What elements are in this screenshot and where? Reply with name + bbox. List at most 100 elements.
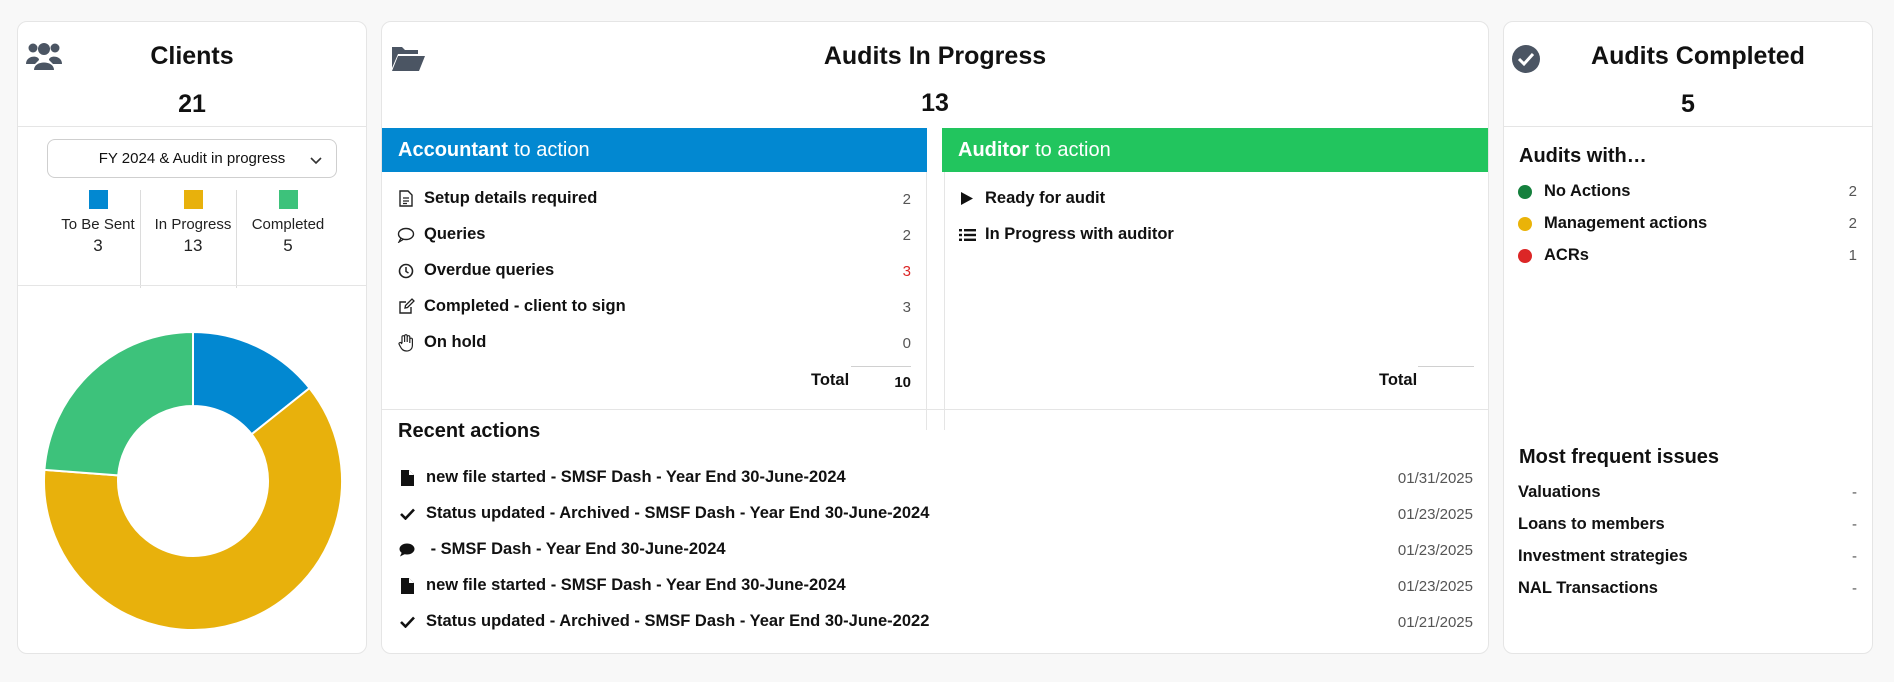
auditor-head-rest: to action [1035, 138, 1111, 161]
clients-donut-chart [43, 330, 343, 631]
list-item-count: 0 [902, 335, 911, 352]
recent-action-text: - SMSF Dash - Year End 30-June-2024 [426, 540, 726, 558]
clients-card: Clients 21 FY 2024 & Audit in progress T… [17, 21, 367, 654]
list-item-label: Completed - client to sign [424, 297, 626, 315]
list-item-label: In Progress with auditor [985, 225, 1174, 243]
list-item-queries[interactable]: Queries [396, 225, 485, 244]
recent-action-text: new file started - SMSF Dash - Year End … [426, 468, 846, 486]
list-item-acrs[interactable]: ACRs [1518, 246, 1589, 265]
list-item-label: Queries [424, 225, 486, 243]
auditor-total-value: 3 [1473, 374, 1488, 391]
hand-icon [396, 333, 416, 352]
issue-item: NAL Transactions [1518, 579, 1658, 597]
divider [18, 285, 366, 286]
frequent-issues-title: Most frequent issues [1519, 446, 1720, 468]
list-item-on-hold[interactable]: On hold [396, 333, 486, 352]
in-progress-card: Audits In Progress 13 Accountant to acti… [381, 21, 1489, 654]
divider [1418, 366, 1474, 367]
file-icon [398, 577, 416, 594]
issue-value: - [1852, 548, 1857, 565]
list-item-in-progress-with-auditor[interactable]: In Progress with auditor [957, 225, 1174, 244]
list-item-label: Overdue queries [424, 261, 555, 279]
list-item-count: 2 [1848, 215, 1857, 232]
divider [926, 172, 927, 430]
auditor-total-label: Total [1379, 371, 1418, 389]
filter-select-value: FY 2024 & Audit in progress [98, 150, 286, 167]
document-icon [396, 190, 416, 207]
issue-item: Valuations [1518, 483, 1601, 501]
issue-value: - [1852, 516, 1857, 533]
divider [1504, 126, 1872, 127]
comment-icon [398, 543, 416, 557]
issue-item: Loans to members [1518, 515, 1665, 533]
recent-action-item[interactable]: Status updated - Archived - SMSF Dash - … [398, 504, 929, 523]
recent-action-item[interactable]: new file started - SMSF Dash - Year End … [398, 468, 846, 487]
legend-swatch [278, 190, 298, 209]
stat-label: To Be Sent [61, 216, 135, 233]
divider [944, 172, 945, 430]
list-item-count: 2 [1473, 191, 1488, 208]
list-item-count: 2 [1848, 183, 1857, 200]
audits-with-title: Audits with… [1519, 145, 1647, 167]
list-icon [957, 228, 977, 242]
list-item-label: Ready for audit [985, 189, 1106, 207]
accountant-total-value: 10 [894, 374, 911, 391]
list-item-management-actions[interactable]: Management actions [1518, 214, 1707, 233]
chevron-down-icon [310, 152, 322, 169]
accountant-head-rest: to action [514, 138, 590, 161]
auditor-panel-header: Auditor to action [942, 128, 1488, 172]
donut-slice-completed[interactable] [43, 330, 194, 477]
completed-count: 5 [1681, 90, 1695, 118]
divider [382, 409, 1488, 410]
recent-action-item[interactable]: new file started - SMSF Dash - Year End … [398, 576, 846, 595]
list-item-count: 2 [902, 191, 911, 208]
list-item-count: 3 [902, 299, 911, 316]
recent-action-date: 01/31/2025 [1397, 470, 1473, 487]
recent-action-text: new file started - SMSF Dash - Year End … [426, 576, 846, 594]
stat-completed: Completed 5 [238, 190, 338, 256]
stat-value: 13 [183, 236, 203, 255]
list-item-count: 1 [1848, 247, 1857, 264]
issue-value: - [1852, 484, 1857, 501]
stat-to-be-sent: To Be Sent 3 [48, 190, 148, 256]
stat-label: In Progress [154, 216, 232, 233]
edit-icon [396, 298, 416, 315]
recent-action-item[interactable]: Status updated - Archived - SMSF Dash - … [398, 612, 929, 631]
list-item-overdue-queries[interactable]: Overdue queries [396, 261, 554, 280]
stat-value: 3 [93, 236, 103, 255]
completed-title: Audits Completed [1591, 42, 1805, 70]
divider [18, 126, 366, 127]
list-item-label: Setup details required [424, 189, 598, 207]
in-progress-count: 13 [921, 89, 949, 117]
accountant-total-label: Total [811, 371, 850, 389]
list-item-count-alert: 3 [902, 263, 911, 280]
issue-value: - [1852, 580, 1857, 597]
recent-action-item[interactable]: - SMSF Dash - Year End 30-June-2024 [398, 540, 726, 559]
list-item-label: Management actions [1544, 214, 1708, 232]
recent-action-date: 01/23/2025 [1397, 506, 1473, 523]
stat-in-progress: In Progress 13 [143, 190, 243, 256]
list-item-no-actions[interactable]: No Actions [1518, 182, 1630, 201]
accountant-head-bold: Accountant [398, 138, 508, 161]
issue-item: Investment strategies [1518, 547, 1688, 565]
speech-bubble-icon [396, 227, 416, 243]
list-item-completed-client-to-sign[interactable]: Completed - client to sign [396, 297, 626, 316]
list-item-label: On hold [424, 333, 487, 351]
recent-action-text: Status updated - Archived - SMSF Dash - … [426, 504, 930, 522]
check-icon [398, 508, 416, 520]
divider [236, 190, 237, 288]
legend-swatch [183, 190, 203, 209]
divider [851, 366, 911, 367]
list-item-ready-for-audit[interactable]: Ready for audit [957, 189, 1105, 208]
auditor-head-bold: Auditor [958, 138, 1030, 161]
clients-count: 21 [178, 90, 206, 118]
recent-action-date: 01/21/2025 [1397, 614, 1473, 631]
list-item-setup-details[interactable]: Setup details required [396, 189, 597, 208]
in-progress-title: Audits In Progress [823, 42, 1047, 70]
legend-swatch [88, 190, 108, 209]
accountant-panel-header: Accountant to action [382, 128, 927, 172]
filter-select[interactable]: FY 2024 & Audit in progress [47, 139, 337, 178]
list-item-label: ACRs [1544, 246, 1589, 264]
check-icon [398, 616, 416, 628]
recent-actions-title: Recent actions [398, 420, 541, 442]
